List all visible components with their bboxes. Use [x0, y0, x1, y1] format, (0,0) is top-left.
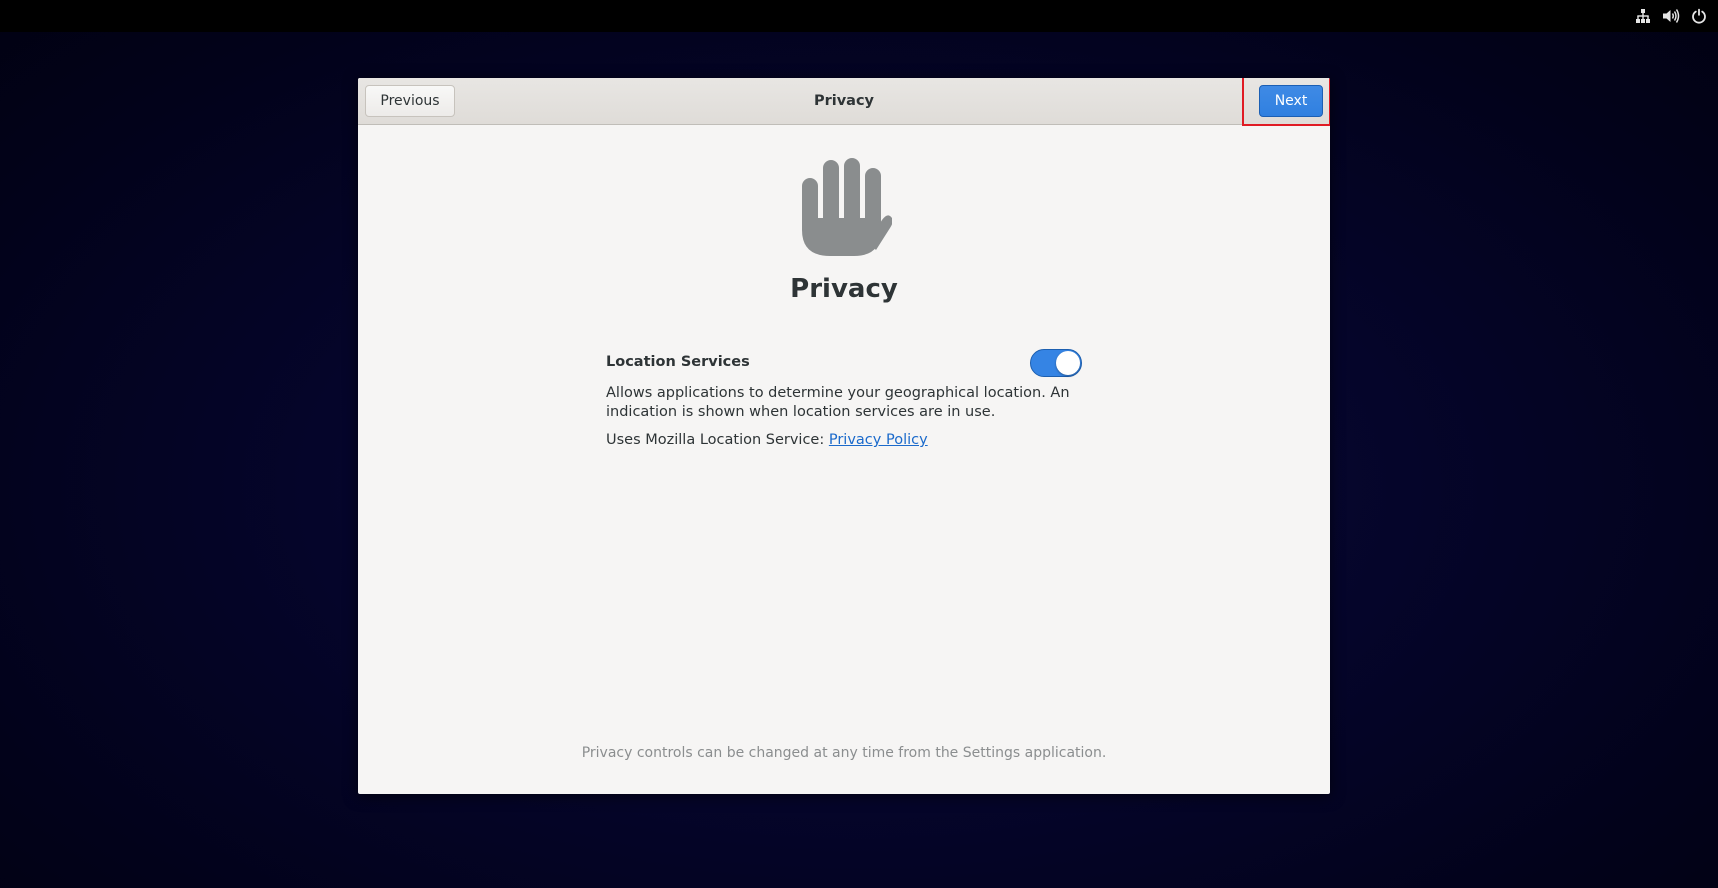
location-service-provider: Uses Mozilla Location Service: Privacy P… — [606, 432, 928, 448]
location-services-label: Location Services — [606, 354, 750, 370]
toggle-knob — [1056, 351, 1080, 375]
power-icon[interactable] — [1690, 7, 1708, 25]
next-button-label: Next — [1274, 93, 1308, 109]
next-button[interactable]: Next — [1259, 85, 1323, 117]
setup-window: Previous Privacy Next Privacy Location S… — [358, 78, 1330, 794]
privacy-policy-link[interactable]: Privacy Policy — [829, 432, 928, 448]
network-icon[interactable] — [1634, 7, 1652, 25]
header-bar: Previous Privacy Next — [358, 78, 1330, 126]
page-title: Privacy — [790, 274, 898, 304]
footer-note: Privacy controls can be changed at any t… — [581, 745, 1107, 761]
top-bar — [0, 0, 1718, 32]
hand-stop-icon — [796, 158, 893, 256]
header-title: Privacy — [813, 93, 875, 109]
volume-icon[interactable] — [1662, 7, 1680, 25]
system-tray[interactable] — [1634, 0, 1708, 32]
location-services-toggle[interactable] — [1030, 349, 1082, 377]
provider-text: Uses Mozilla Location Service: — [606, 432, 829, 448]
location-services-description: Allows applications to determine your ge… — [606, 385, 1070, 420]
